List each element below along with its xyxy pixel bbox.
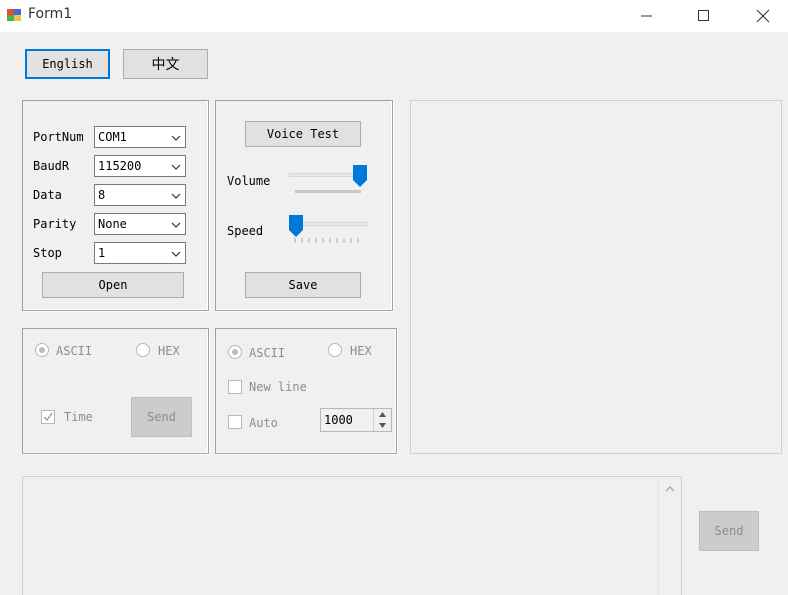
english-button[interactable]: English	[25, 49, 110, 79]
close-icon	[756, 9, 770, 23]
send-button[interactable]: Send	[699, 511, 759, 551]
close-button[interactable]	[740, 0, 786, 32]
speed-label: Speed	[227, 224, 264, 238]
auto-interval-spinbox[interactable]: 1000	[320, 408, 392, 432]
chinese-button[interactable]: 中文	[123, 49, 208, 79]
time-label: Time	[64, 410, 93, 424]
transmit-hex-radio[interactable]	[328, 343, 342, 357]
speed-slider-thumb[interactable]	[289, 215, 303, 237]
stop-bits-label: Stop	[33, 246, 62, 260]
chevron-down-icon	[171, 193, 181, 199]
scroll-up-icon[interactable]	[665, 485, 675, 492]
send-text-area[interactable]	[22, 476, 682, 595]
spinbox-buttons[interactable]	[373, 409, 391, 431]
parity-label: Parity	[33, 217, 77, 231]
transmit-hex-label: HEX	[350, 344, 372, 358]
portnum-value: COM1	[98, 130, 127, 144]
open-port-button[interactable]: Open	[42, 272, 184, 298]
volume-slider-thumb[interactable]	[353, 165, 367, 187]
portnum-combo[interactable]: COM1	[94, 126, 186, 148]
baudrate-value: 115200	[98, 159, 142, 173]
newline-checkbox[interactable]	[228, 380, 242, 394]
baudrate-combo[interactable]: 115200	[94, 155, 186, 177]
voice-test-button[interactable]: Voice Test	[245, 121, 361, 147]
volume-slider-ticks	[295, 190, 361, 193]
receive-hex-radio[interactable]	[136, 343, 150, 357]
volume-label: Volume	[227, 174, 271, 188]
data-bits-combo[interactable]: 8	[94, 184, 186, 206]
stop-bits-combo[interactable]: 1	[94, 242, 186, 264]
receive-send-button[interactable]: Send	[131, 397, 192, 437]
checkmark-icon	[43, 412, 53, 422]
parity-combo[interactable]: None	[94, 213, 186, 235]
auto-label: Auto	[249, 416, 278, 430]
data-bits-label: Data	[33, 188, 62, 202]
auto-checkbox[interactable]	[228, 415, 242, 429]
maximize-icon	[698, 10, 709, 21]
save-button[interactable]: Save	[245, 272, 361, 298]
receive-ascii-radio[interactable]	[35, 343, 49, 357]
data-bits-value: 8	[98, 188, 106, 202]
chevron-down-icon	[171, 251, 181, 257]
chevron-down-icon	[171, 164, 181, 170]
vertical-scrollbar[interactable]	[658, 477, 681, 595]
spin-up-icon[interactable]	[378, 411, 387, 418]
receive-ascii-label: ASCII	[56, 344, 93, 358]
window-title: Form1	[28, 6, 73, 22]
receive-hex-label: HEX	[158, 344, 180, 358]
spin-down-icon[interactable]	[378, 422, 387, 429]
receive-text-area[interactable]	[410, 100, 782, 454]
app-icon	[7, 9, 21, 21]
parity-value: None	[98, 217, 127, 231]
maximize-button[interactable]	[681, 0, 727, 32]
stop-bits-value: 1	[98, 246, 106, 260]
auto-interval-value: 1000	[324, 413, 353, 427]
chevron-down-icon	[171, 135, 181, 141]
chevron-down-icon	[171, 222, 181, 228]
transmit-ascii-label: ASCII	[249, 346, 286, 360]
baudrate-label: BaudR	[33, 159, 70, 173]
minimize-icon	[641, 15, 652, 17]
newline-label: New line	[249, 380, 307, 394]
time-checkbox[interactable]	[41, 410, 55, 424]
speed-slider-ticks	[294, 238, 359, 243]
portnum-label: PortNum	[33, 130, 84, 144]
minimize-button[interactable]	[624, 0, 670, 32]
transmit-ascii-radio[interactable]	[228, 345, 242, 359]
